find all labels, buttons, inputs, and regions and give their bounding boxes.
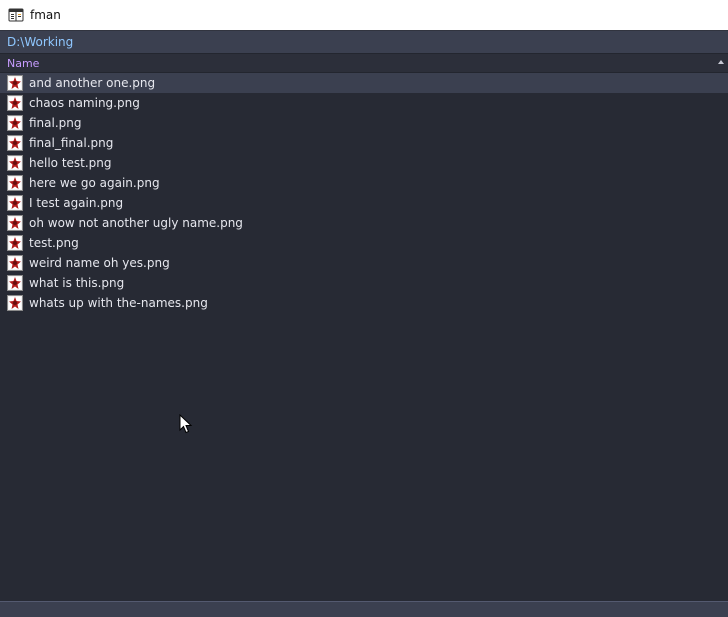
fman-window: fman D:\Working Name and another one.png… (0, 0, 728, 617)
png-image-file-icon (7, 195, 23, 211)
path-bar[interactable]: D:\Working (0, 30, 728, 53)
file-name: oh wow not another ugly name.png (29, 216, 243, 230)
png-image-file-icon (7, 75, 23, 91)
sort-ascending-icon[interactable] (718, 60, 724, 64)
file-row[interactable]: oh wow not another ugly name.png (0, 213, 728, 233)
status-bar (0, 601, 728, 617)
current-path[interactable]: D:\Working (7, 35, 73, 49)
png-image-file-icon (7, 295, 23, 311)
png-image-file-icon (7, 255, 23, 271)
file-name: hello test.png (29, 156, 112, 170)
file-name: final.png (29, 116, 82, 130)
png-image-file-icon (7, 95, 23, 111)
file-name: what is this.png (29, 276, 125, 290)
png-image-file-icon (7, 115, 23, 131)
png-image-file-icon (7, 155, 23, 171)
file-list[interactable]: and another one.png chaos naming.png final… (0, 73, 728, 601)
png-image-file-icon (7, 235, 23, 251)
file-row[interactable]: I test again.png (0, 193, 728, 213)
window-title: fman (30, 8, 61, 22)
file-name: and another one.png (29, 76, 156, 90)
png-image-file-icon (7, 215, 23, 231)
png-image-file-icon (7, 275, 23, 291)
file-name: final_final.png (29, 136, 114, 150)
png-image-file-icon (7, 175, 23, 191)
column-header-name[interactable]: Name (7, 57, 39, 70)
column-header: Name (0, 53, 728, 73)
file-row[interactable]: final_final.png (0, 133, 728, 153)
file-row[interactable]: here we go again.png (0, 173, 728, 193)
file-row[interactable]: and another one.png (0, 73, 728, 93)
file-row[interactable]: weird name oh yes.png (0, 253, 728, 273)
file-row[interactable]: test.png (0, 233, 728, 253)
fman-app-icon (8, 7, 24, 23)
file-name: chaos naming.png (29, 96, 140, 110)
file-name: weird name oh yes.png (29, 256, 170, 270)
file-row[interactable]: chaos naming.png (0, 93, 728, 113)
file-row[interactable]: final.png (0, 113, 728, 133)
title-bar[interactable]: fman (0, 0, 728, 30)
file-name: here we go again.png (29, 176, 160, 190)
file-name: test.png (29, 236, 79, 250)
file-row[interactable]: what is this.png (0, 273, 728, 293)
png-image-file-icon (7, 135, 23, 151)
file-name: I test again.png (29, 196, 124, 210)
file-row[interactable]: hello test.png (0, 153, 728, 173)
file-row[interactable]: whats up with the-names.png (0, 293, 728, 313)
file-name: whats up with the-names.png (29, 296, 208, 310)
